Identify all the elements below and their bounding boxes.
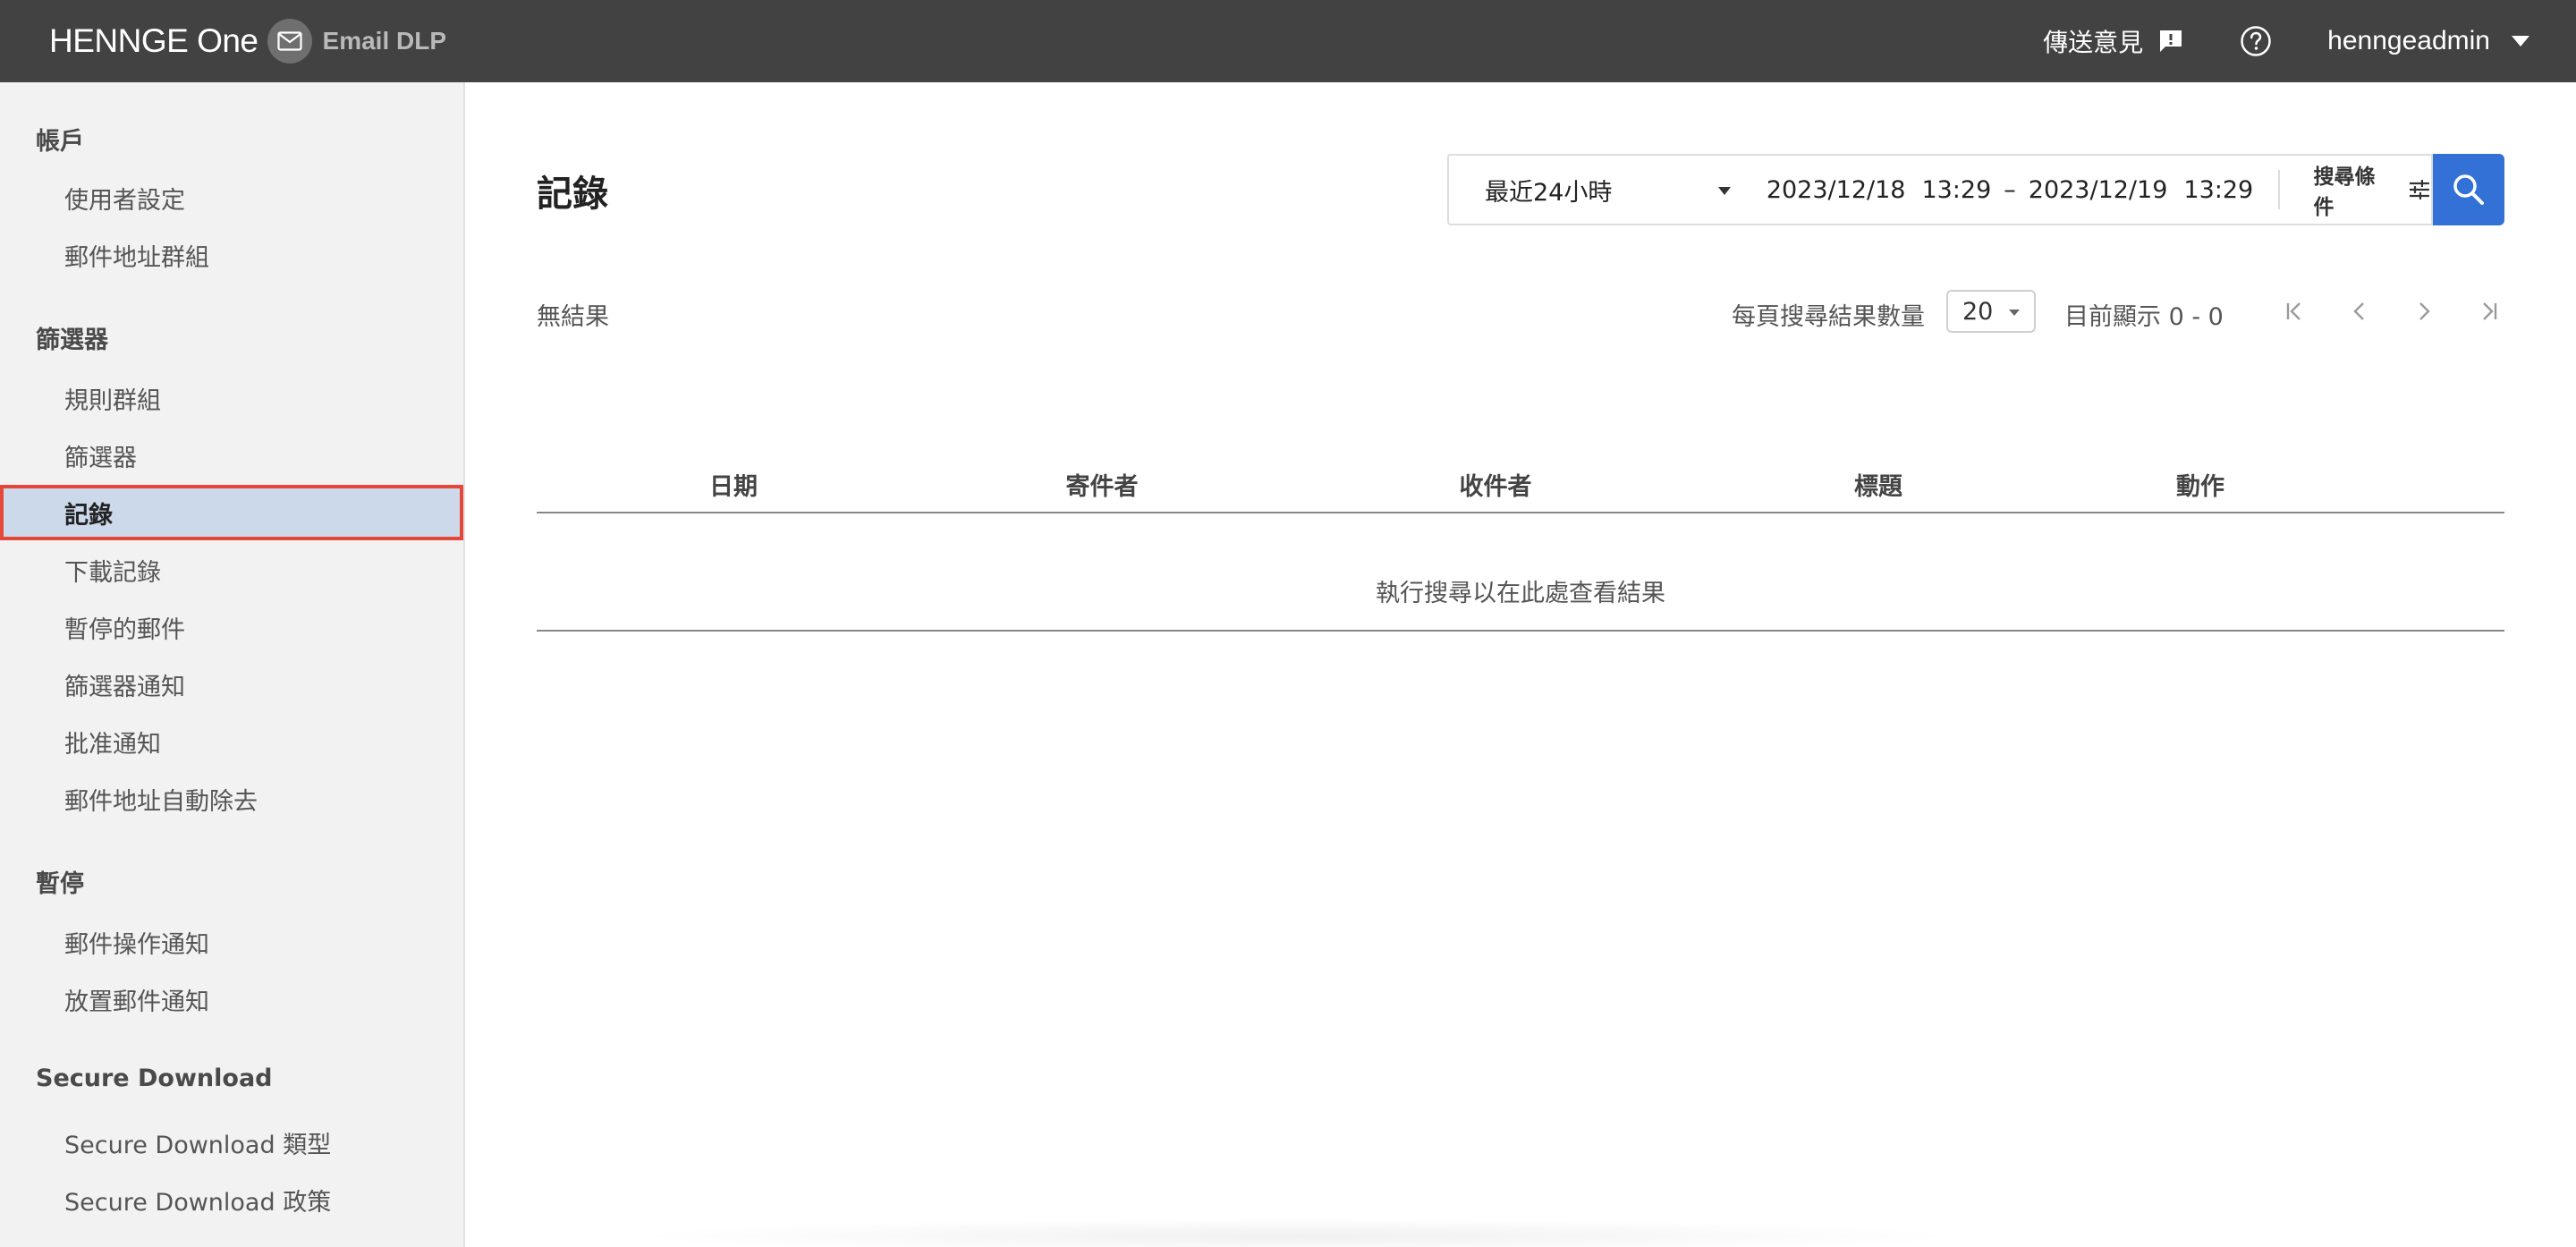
sidebar-item-label: 放置郵件通知 xyxy=(64,988,209,1016)
sidebar-item-user-settings[interactable]: 使用者設定 xyxy=(0,170,463,225)
bottom-shadow xyxy=(626,1218,1968,1247)
table-empty-row: 執行搜尋以在此處查看結果 xyxy=(537,551,2504,632)
feedback-label: 傳送意見 xyxy=(2043,28,2144,57)
first-page-button[interactable] xyxy=(2263,290,2327,333)
table-header: 日期 寄件者 收件者 標題 動作 xyxy=(537,467,2504,513)
sidebar-section-filters: 篩選器 xyxy=(36,327,108,354)
sidebar-item-label: 郵件地址群組 xyxy=(64,243,209,272)
per-page-select[interactable]: 20 xyxy=(1946,290,2036,333)
column-header-sender[interactable]: 寄件者 xyxy=(1066,467,1139,502)
help-circle-icon xyxy=(2241,26,2271,56)
user-menu[interactable]: henngeadmin xyxy=(2327,26,2529,56)
time-range-select[interactable]: 最近24小時 xyxy=(1449,156,1749,224)
username: henngeadmin xyxy=(2327,26,2490,55)
search-conditions-button[interactable]: 搜尋條件 xyxy=(2280,156,2431,224)
time-range-value: 最近24小時 xyxy=(1485,178,1613,207)
last-page-icon xyxy=(2483,302,2497,320)
sidebar-item-label: 郵件操作通知 xyxy=(64,930,209,959)
sidebar-item-label: 記錄 xyxy=(64,501,113,530)
sidebar-item-label: Secure Download 類型 xyxy=(64,1131,332,1159)
caret-down-icon xyxy=(1717,187,1731,195)
showing-range-text: 目前顯示 0 - 0 xyxy=(2064,303,2224,331)
sidebar-section-pause: 暫停 xyxy=(36,870,84,898)
mail-icon xyxy=(267,19,312,64)
search-filter-bar: 最近24小時 2023/12/18 13:29 – 2023/12/19 13:… xyxy=(1447,154,2433,225)
top-bar: HENNGE One Email DLP 傳送意見 henngeadmin xyxy=(0,0,2576,82)
sidebar-item-secure-download-types[interactable]: Secure Download 類型 xyxy=(0,1115,463,1170)
sidebar-item-hold-mail-notifications[interactable]: 放置郵件通知 xyxy=(0,971,463,1027)
column-header-recipient[interactable]: 收件者 xyxy=(1460,467,1532,502)
sidebar-item-filter-notifications[interactable]: 篩選器通知 xyxy=(0,657,463,712)
date-range-picker[interactable]: 2023/12/18 13:29 – 2023/12/19 13:29 xyxy=(1749,156,2278,224)
sidebar-item-mail-action-notifications[interactable]: 郵件操作通知 xyxy=(0,914,463,970)
next-page-button[interactable] xyxy=(2392,290,2456,333)
sidebar-item-logs[interactable]: 記錄 xyxy=(0,485,463,540)
brand-name: HENNGE One xyxy=(49,22,258,59)
sidebar-item-rule-groups[interactable]: 規則群組 xyxy=(0,370,463,426)
search-icon xyxy=(2453,174,2484,205)
sidebar-item-label: 規則群組 xyxy=(64,386,161,415)
sidebar-item-label: 篩選器 xyxy=(64,444,137,472)
sidebar-item-secure-download-policies[interactable]: Secure Download 政策 xyxy=(0,1172,463,1227)
end-time: 13:29 xyxy=(2183,175,2254,204)
search-button[interactable] xyxy=(2433,154,2504,225)
product-name: Email DLP xyxy=(322,27,446,55)
help-button[interactable] xyxy=(2240,25,2272,57)
column-header-subject[interactable]: 標題 xyxy=(1854,467,1902,502)
first-page-icon xyxy=(2286,302,2301,320)
last-page-button[interactable] xyxy=(2456,290,2521,333)
caret-down-icon xyxy=(2512,36,2529,47)
sidebar-item-label: 暫停的郵件 xyxy=(64,615,185,644)
column-header-action[interactable]: 動作 xyxy=(2176,467,2224,502)
sidebar-item-label: 批准通知 xyxy=(64,730,161,759)
sidebar-section-secure-download: Secure Download xyxy=(36,1065,273,1092)
caret-down-icon xyxy=(2009,310,2020,316)
sidebar-item-label: Secure Download 政策 xyxy=(64,1188,332,1217)
sidebar-section-account: 帳戶 xyxy=(36,128,84,156)
sidebar-item-address-auto-removal[interactable]: 郵件地址自動除去 xyxy=(0,771,463,827)
prev-page-icon xyxy=(2353,302,2364,320)
sliders-icon xyxy=(2410,180,2430,199)
sidebar-item-address-groups[interactable]: 郵件地址群組 xyxy=(0,227,463,283)
sidebar-item-label: 郵件地址自動除去 xyxy=(64,787,258,816)
next-page-icon xyxy=(2419,302,2430,320)
empty-state-message: 執行搜尋以在此處查看結果 xyxy=(1376,579,1665,607)
per-page-label: 每頁搜尋結果數量 xyxy=(1732,303,1925,331)
per-page-value: 20 xyxy=(1962,297,1994,326)
pagination xyxy=(2263,290,2521,333)
sidebar-item-label: 篩選器通知 xyxy=(64,673,185,701)
sidebar-item-approval-notifications[interactable]: 批准通知 xyxy=(0,714,463,769)
column-header-date[interactable]: 日期 xyxy=(709,467,758,502)
feedback-button[interactable]: 傳送意見 xyxy=(2043,23,2184,59)
brand-logo[interactable]: HENNGE One Email DLP xyxy=(49,0,446,82)
sidebar-item-label: 下載記錄 xyxy=(64,558,161,587)
search-conditions-label: 搜尋條件 xyxy=(2313,165,2376,219)
page-title: 記錄 xyxy=(537,174,608,215)
date-separator: – xyxy=(2004,175,2016,204)
start-time: 13:29 xyxy=(1921,175,1992,204)
sidebar: 帳戶 使用者設定 郵件地址群組 篩選器 規則群組 篩選器 記錄 下載記錄 暫停的… xyxy=(0,82,465,1247)
end-date: 2023/12/19 xyxy=(2028,175,2168,204)
result-count-text: 無結果 xyxy=(537,303,609,331)
start-date: 2023/12/18 xyxy=(1766,175,1906,204)
feedback-bubble-icon xyxy=(2160,30,2182,52)
prev-page-button[interactable] xyxy=(2327,290,2392,333)
sidebar-item-download-logs[interactable]: 下載記錄 xyxy=(0,542,463,598)
sidebar-item-filters[interactable]: 篩選器 xyxy=(0,428,463,483)
sidebar-item-label: 使用者設定 xyxy=(64,186,185,215)
sidebar-item-paused-mail[interactable]: 暫停的郵件 xyxy=(0,599,463,655)
main-content: 記錄 最近24小時 2023/12/18 13:29 – 2023/12/19 … xyxy=(465,82,2576,1247)
